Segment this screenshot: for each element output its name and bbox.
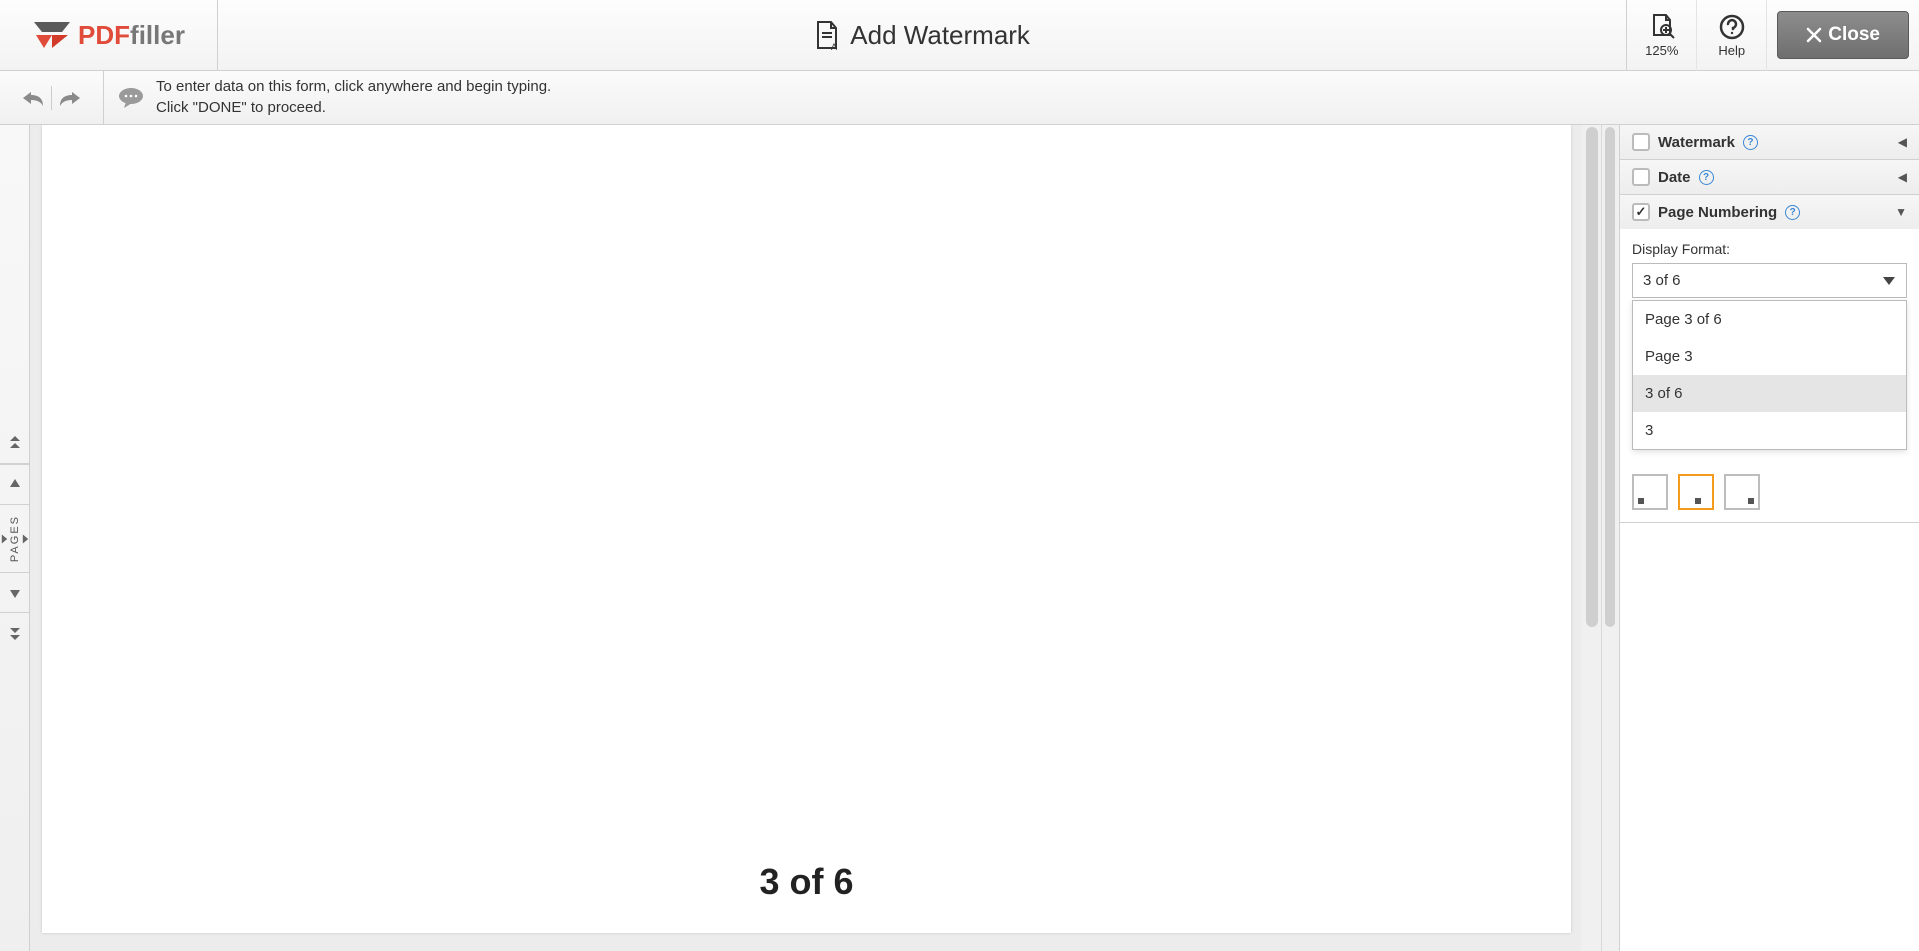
watermark-help-icon[interactable]: ? xyxy=(1743,135,1758,150)
display-format-dropdown: Page 3 of 6 Page 3 3 of 6 3 xyxy=(1632,300,1907,450)
pages-last-button[interactable] xyxy=(0,612,30,652)
help-label: Help xyxy=(1718,43,1745,58)
panel-scrollbar[interactable] xyxy=(1601,125,1619,951)
date-title: Date xyxy=(1658,169,1691,186)
position-grid xyxy=(1632,474,1907,510)
second-bar: To enter data on this form, click anywhe… xyxy=(0,71,1919,125)
zoom-tool[interactable]: 125% xyxy=(1627,0,1697,71)
close-label: Close xyxy=(1828,24,1880,46)
hint-cell: To enter data on this form, click anywhe… xyxy=(104,71,1919,124)
pages-first-button[interactable] xyxy=(0,424,30,464)
chevron-left-icon: ◀ xyxy=(1898,170,1907,184)
chevron-left-icon: ◀ xyxy=(1898,135,1907,149)
logo: PDFfiller xyxy=(32,20,185,51)
panel-date-header[interactable]: Date ? ◀ xyxy=(1620,160,1919,194)
chevron-down-icon: ▼ xyxy=(1895,205,1907,219)
panel-watermark: Watermark ? ◀ xyxy=(1620,125,1919,160)
canvas-scrollbar-thumb[interactable] xyxy=(1586,127,1598,627)
panel-scrollbar-thumb[interactable] xyxy=(1605,127,1615,627)
close-icon xyxy=(1806,27,1822,43)
page-numbering-help-icon[interactable]: ? xyxy=(1785,205,1800,220)
page-title-cell: A Add Watermark xyxy=(218,0,1626,70)
display-format-label: Display Format: xyxy=(1632,241,1907,257)
logo-text-primary: PDF xyxy=(78,20,130,50)
logo-cell[interactable]: PDFfiller xyxy=(0,0,218,70)
chevron-down-icon xyxy=(1882,276,1896,286)
position-row-bottom xyxy=(1632,474,1907,510)
close-button[interactable]: Close xyxy=(1777,11,1909,59)
pages-next-button[interactable] xyxy=(0,572,30,612)
pages-prev-button[interactable] xyxy=(0,464,30,504)
format-option[interactable]: Page 3 of 6 xyxy=(1633,301,1906,338)
date-checkbox[interactable] xyxy=(1632,168,1650,186)
panel-page-numbering-header[interactable]: Page Numbering ? ▼ xyxy=(1620,195,1919,229)
right-panel: Watermark ? ◀ Date ? ◀ Page Numbering ? … xyxy=(1619,125,1919,951)
document-canvas[interactable]: 3 of 6 xyxy=(30,125,1601,951)
canvas-scrollbar[interactable] xyxy=(1581,125,1601,951)
page-numbering-body: Display Format: 3 of 6 Page 3 of 6 Page … xyxy=(1620,229,1919,522)
svg-text:A: A xyxy=(831,42,837,50)
separator xyxy=(51,86,52,110)
page-nav-rail: PAGES xyxy=(0,125,30,951)
hint-line1: To enter data on this form, click anywhe… xyxy=(156,77,551,97)
help-tool[interactable]: Help xyxy=(1697,0,1767,71)
hint-bubble-icon xyxy=(118,87,144,109)
watermark-title: Watermark xyxy=(1658,134,1735,151)
undo-button[interactable] xyxy=(21,88,45,108)
logo-text-secondary: filler xyxy=(130,20,185,50)
redo-button[interactable] xyxy=(58,88,82,108)
main-area: PAGES 3 of 6 Watermark ? ◀ xyxy=(0,125,1919,951)
display-format-select: 3 of 6 Page 3 of 6 Page 3 3 of 6 3 xyxy=(1632,263,1907,298)
panel-page-numbering: Page Numbering ? ▼ Display Format: 3 of … xyxy=(1620,195,1919,523)
display-format-value: 3 of 6 xyxy=(1643,272,1681,289)
page-title: Add Watermark xyxy=(850,20,1030,51)
document-page[interactable]: 3 of 6 xyxy=(42,125,1571,933)
page-numbering-checkbox[interactable] xyxy=(1632,203,1650,221)
format-option[interactable]: 3 of 6 xyxy=(1633,375,1906,412)
hint-line2: Click "DONE" to proceed. xyxy=(156,98,551,118)
display-format-select-box[interactable]: 3 of 6 xyxy=(1632,263,1907,298)
help-icon xyxy=(1718,13,1746,41)
watermark-checkbox[interactable] xyxy=(1632,133,1650,151)
panel-watermark-header[interactable]: Watermark ? ◀ xyxy=(1620,125,1919,159)
format-option[interactable]: 3 xyxy=(1633,412,1906,449)
page-number-display: 3 of 6 xyxy=(42,861,1571,903)
undo-redo-cell xyxy=(0,71,104,124)
pages-rail-label: PAGES xyxy=(9,509,21,568)
format-option[interactable]: Page 3 xyxy=(1633,338,1906,375)
page-numbering-title: Page Numbering xyxy=(1658,204,1777,221)
position-bottom-right[interactable] xyxy=(1724,474,1760,510)
top-bar: PDFfiller A Add Watermark 125% xyxy=(0,0,1919,71)
top-right-tools: 125% Help Close xyxy=(1626,0,1919,70)
zoom-icon xyxy=(1648,13,1676,41)
date-help-icon[interactable]: ? xyxy=(1699,170,1714,185)
position-bottom-left[interactable] xyxy=(1632,474,1668,510)
watermark-doc-icon: A xyxy=(814,20,840,50)
hint-text: To enter data on this form, click anywhe… xyxy=(156,77,551,118)
logo-icon xyxy=(32,20,72,50)
panel-date: Date ? ◀ xyxy=(1620,160,1919,195)
zoom-label: 125% xyxy=(1645,43,1678,58)
position-bottom-center[interactable] xyxy=(1678,474,1714,510)
pages-expand-button[interactable]: PAGES xyxy=(0,504,30,572)
